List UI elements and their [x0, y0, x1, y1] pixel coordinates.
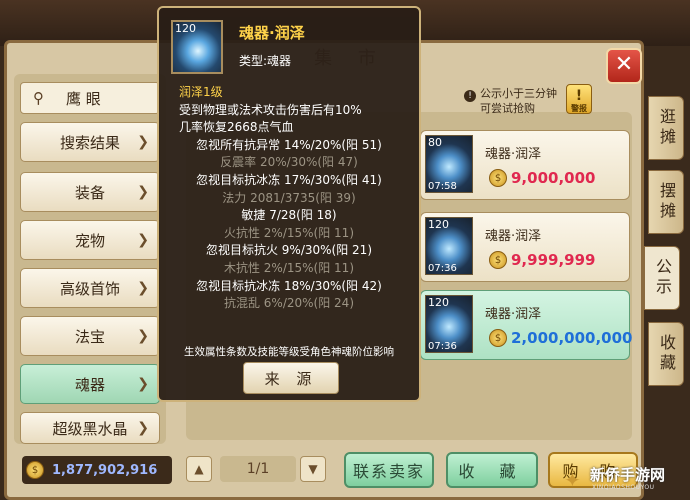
close-button[interactable]: ✕	[606, 48, 642, 84]
soul-artifact-thumbnail: 120 07:36	[425, 217, 473, 275]
sidebar-item-equipment[interactable]: 装备 ❯	[20, 172, 160, 212]
item-name: 魂器·润泽	[485, 147, 542, 162]
sidebar-item-pets[interactable]: 宠物 ❯	[20, 220, 160, 260]
page-down-button[interactable]: ▼	[300, 456, 326, 482]
soul-artifact-icon: 120	[171, 20, 223, 74]
page-up-button[interactable]: ▲	[186, 456, 212, 482]
coin-icon: $	[489, 251, 507, 269]
sidebar-item-label: 宠物	[74, 231, 105, 250]
tooltip-footer-note: 生效属性条数及技能等级受角色神魂阶位影响	[184, 346, 394, 358]
item-name: 魂器·润泽	[485, 229, 542, 244]
alarm-label: 警报	[571, 104, 587, 113]
tab-set-up-stall[interactable]: 摆摊	[648, 170, 684, 234]
item-time: 07:58	[428, 181, 457, 192]
skill-desc: 受到物理或法术攻击伤害后有10%	[179, 102, 362, 117]
coin-icon: $	[489, 169, 507, 187]
item-price: $ 9,999,999	[489, 251, 595, 269]
attribute-active: 忽视所有抗异常 14%/20%(阳 51)	[196, 137, 382, 152]
watermark-logo-icon: ✦	[564, 468, 581, 492]
attribute-inactive: 反震率 20%/30%(阳 47)	[220, 155, 358, 170]
notice-label: 公示小于三分钟可尝试抢购	[480, 87, 557, 115]
skill-title: 润泽1级	[179, 85, 223, 99]
coin-icon: $	[489, 329, 507, 347]
coin-balance: $ 1,877,902,916	[22, 456, 172, 484]
sidebar-item-jewelry[interactable]: 高级首饰 ❯	[20, 268, 160, 308]
item-price: $ 2,000,000,000	[489, 329, 632, 347]
watermark-subtext: XINQIAOSHOUYOU	[592, 484, 655, 491]
tooltip-level: 120	[175, 22, 196, 35]
tab-public-notice[interactable]: 公示	[644, 246, 680, 310]
coin-balance-value: 1,877,902,916	[52, 462, 158, 478]
chevron-right-icon: ❯	[137, 134, 149, 150]
chevron-right-icon: ❯	[137, 328, 149, 344]
search-label: 鹰 眼	[66, 89, 101, 108]
search-icon: ⚲	[33, 89, 44, 107]
chevron-right-icon: ❯	[137, 376, 149, 392]
sidebar-item-label: 法宝	[74, 327, 105, 346]
sidebar-item-soul-artifact[interactable]: 魂器 ❯	[20, 364, 160, 404]
sidebar-item-label: 装备	[74, 183, 105, 202]
sidebar-item-black-crystal[interactable]: 超级黑水晶 ❯	[20, 412, 160, 444]
notice-text: ! 公示小于三分钟可尝试抢购	[464, 86, 564, 116]
sidebar-item-search-results[interactable]: 搜索结果 ❯	[20, 122, 160, 162]
item-time: 07:36	[428, 341, 457, 352]
tooltip-attributes: 润泽1级 受到物理或法术攻击伤害后有10% 几率恢复2668点气血 忽视所有抗异…	[159, 84, 419, 313]
item-level: 120	[428, 218, 449, 231]
soul-artifact-thumbnail: 120 07:36	[425, 295, 473, 353]
eagle-eye-search-button[interactable]: ⚲ 鹰 眼	[20, 82, 160, 114]
item-level: 80	[428, 136, 442, 149]
chevron-right-icon: ❯	[137, 184, 149, 200]
contact-seller-button[interactable]: 联系卖家	[344, 452, 434, 488]
attribute-active: 敏捷 7/28(阳 18)	[241, 208, 337, 223]
tab-browse-stalls[interactable]: 逛摊	[648, 96, 684, 160]
sidebar-item-label: 搜索结果	[59, 133, 120, 152]
price-value: 9,999,999	[511, 251, 596, 269]
item-price: $ 9,000,000	[489, 169, 595, 187]
watermark-text: 新侨手游网	[590, 466, 666, 484]
watermark: ✦ 新侨手游网 XINQIAOSHOUYOU	[560, 458, 688, 498]
favorite-button[interactable]: 收 藏	[446, 452, 538, 488]
skill-desc: 几率恢复2668点气血	[179, 120, 294, 135]
coin-icon: $	[26, 461, 44, 479]
source-button[interactable]: 来 源	[243, 362, 339, 394]
sidebar-item-label: 高级首饰	[59, 279, 120, 298]
sidebar-item-label: 魂器	[74, 375, 105, 394]
price-value: 2,000,000,000	[511, 329, 633, 347]
sidebar-item-treasure[interactable]: 法宝 ❯	[20, 316, 160, 356]
chevron-right-icon: ❯	[137, 280, 149, 296]
attribute-inactive: 火抗性 2%/15%(阳 11)	[223, 225, 354, 240]
chevron-right-icon: ❯	[137, 232, 149, 248]
sidebar-item-label: 超级黑水晶	[52, 419, 128, 438]
item-name: 魂器·润泽	[485, 307, 542, 322]
soul-artifact-thumbnail: 80 07:58	[425, 135, 473, 193]
attribute-active: 忽视目标抗冰冻 17%/30%(阳 41)	[196, 172, 382, 187]
alarm-icon-button[interactable]: ! 警报	[566, 84, 592, 114]
attribute-inactive: 木抗性 2%/15%(阳 11)	[223, 260, 354, 275]
tooltip-item-name: 魂器·润泽	[239, 24, 305, 42]
listing-item-selected[interactable]: 120 07:36 魂器·润泽 $ 2,000,000,000	[420, 290, 632, 360]
item-tooltip: 120 魂器·润泽 类型:魂器 润泽1级 受到物理或法术攻击伤害后有10% 几率…	[157, 6, 421, 402]
attribute-inactive: 法力 2081/3735(阳 39)	[222, 190, 356, 205]
listing-item[interactable]: 80 07:58 魂器·润泽 $ 9,000,000	[420, 130, 630, 200]
item-level: 120	[428, 296, 449, 309]
chevron-right-icon: ❯	[137, 420, 149, 436]
tooltip-item-type: 类型:魂器	[239, 54, 292, 68]
attribute-active: 忽视目标抗火 9%/30%(阳 21)	[205, 243, 372, 258]
page-indicator: 1/1	[220, 456, 296, 482]
attribute-active: 忽视目标抗冰冻 18%/30%(阳 42)	[196, 278, 382, 293]
item-time: 07:36	[428, 263, 457, 274]
listing-item[interactable]: 120 07:36 魂器·润泽 $ 9,999,999	[420, 212, 630, 282]
tab-favorites[interactable]: 收藏	[648, 322, 684, 386]
info-icon: !	[464, 90, 476, 102]
price-value: 9,000,000	[511, 169, 596, 187]
attribute-inactive: 抗混乱 6%/20%(阳 24)	[223, 296, 354, 311]
